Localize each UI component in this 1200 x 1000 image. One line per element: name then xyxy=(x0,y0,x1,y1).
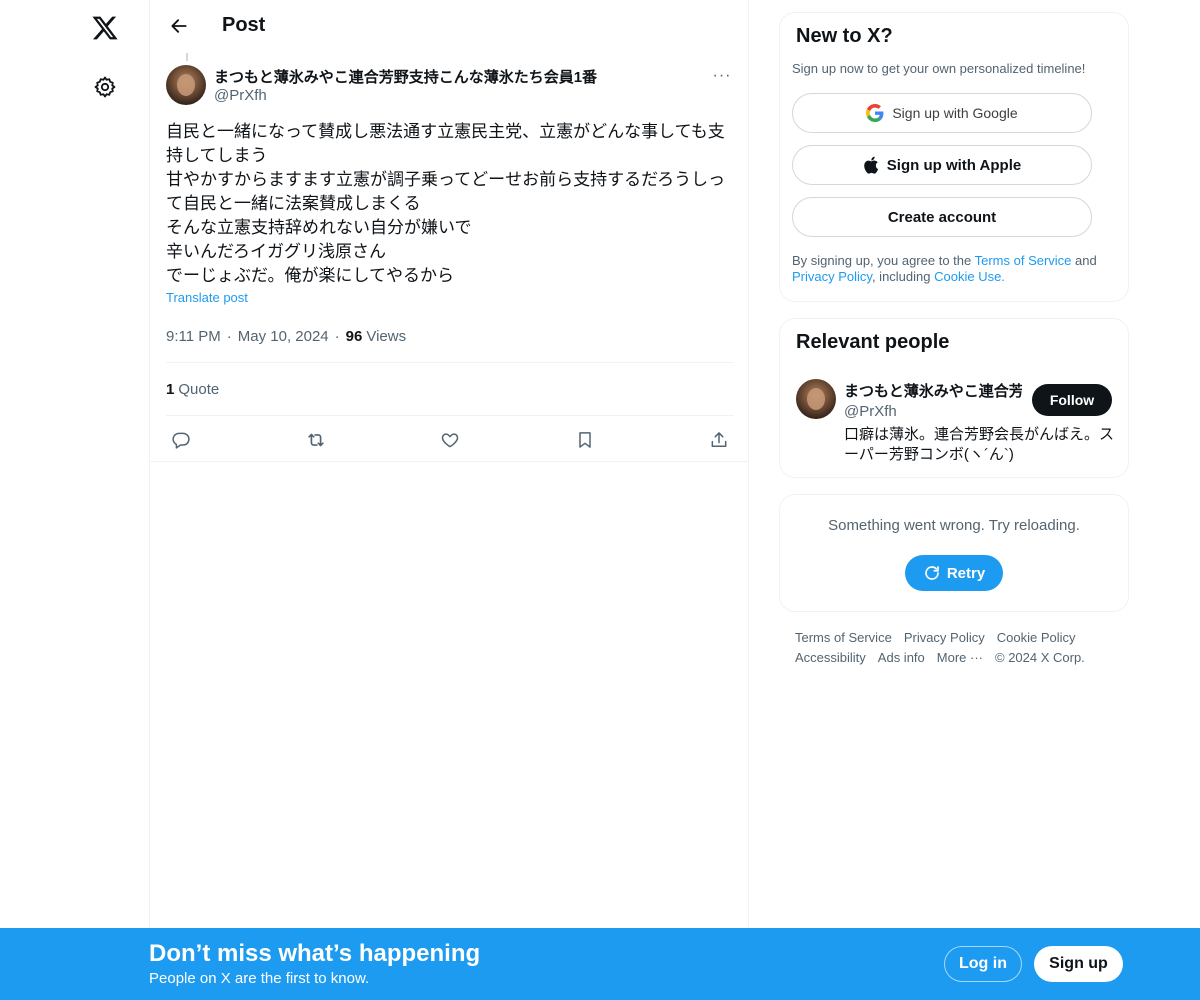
avatar[interactable] xyxy=(166,65,206,105)
refresh-icon xyxy=(923,564,941,582)
privacy-link[interactable]: Privacy Policy xyxy=(792,269,872,284)
post-header: Post xyxy=(150,0,748,53)
copyright: © 2024 X Corp. xyxy=(995,650,1085,665)
legal-including: , including xyxy=(871,269,935,284)
post-actions xyxy=(166,415,734,463)
footer-link[interactable]: Privacy Policy xyxy=(904,630,985,645)
post: まつもと薄氷みやこ連合芳野支持こんな薄氷たち会員1番 @PrXfh ··· 自民… xyxy=(166,64,734,463)
error-card: Something went wrong. Try reloading. Ret… xyxy=(779,494,1129,612)
terms-link[interactable]: Terms of Service xyxy=(975,253,1072,268)
views-label: Views xyxy=(366,327,407,345)
repost-icon[interactable] xyxy=(305,429,327,451)
heart-icon[interactable] xyxy=(439,429,461,451)
signup-apple-label: Sign up with Apple xyxy=(886,156,1022,174)
footer-link[interactable]: Terms of Service xyxy=(795,630,892,645)
thread-connector xyxy=(186,53,188,61)
post-text-line: 甘やかすからますます立憲が調子乗ってどーせお前ら支持するだろうしって自民と一緒に… xyxy=(166,170,726,213)
post-column: Post まつもと薄氷みやこ連合芳野支持こんな薄氷たち会員1番 @PrXfh ·… xyxy=(149,0,749,930)
person-handle[interactable]: @PrXfh xyxy=(844,403,897,420)
google-icon xyxy=(866,104,884,122)
signup-google-label: Sign up with Google xyxy=(892,105,1018,121)
divider xyxy=(150,461,748,462)
footer-link[interactable]: Cookie Policy xyxy=(997,630,1076,645)
post-time[interactable]: 9:11 PM xyxy=(166,328,221,345)
footer-links: Terms of Service Privacy Policy Cookie Pol… xyxy=(795,628,1115,668)
banner-subtitle: People on X are the first to know. xyxy=(149,970,370,987)
meta-separator: · xyxy=(226,327,232,345)
signup-banner: Don’t miss what’s happening People on X … xyxy=(0,928,1200,1000)
x-logo-icon[interactable] xyxy=(84,7,126,49)
post-meta: 9:11 PM · May 10, 2024 · 96 Views xyxy=(166,325,734,347)
retry-button[interactable]: Retry xyxy=(905,555,1003,591)
avatar[interactable] xyxy=(796,379,836,419)
reply-icon[interactable] xyxy=(170,429,192,451)
post-text-line: そんな立憲支持辞めれない自分が嫌いで xyxy=(166,218,472,237)
page-title: Post xyxy=(222,14,266,36)
login-button[interactable]: Log in xyxy=(944,946,1022,982)
gear-icon[interactable] xyxy=(84,66,126,108)
create-account-button[interactable]: Create account xyxy=(792,197,1092,237)
meta-separator: · xyxy=(334,327,340,345)
signup-legal-text: By signing up, you agree to the Terms of… xyxy=(792,253,1118,285)
relevant-people-card: Relevant people まつもと薄氷みやこ連合芳野支持こんな薄氷たち会員… xyxy=(779,318,1129,478)
footer-link[interactable]: More ··· xyxy=(937,650,983,665)
apple-icon xyxy=(863,156,879,174)
legal-and: and xyxy=(1071,253,1097,268)
left-nav xyxy=(0,0,150,1000)
card-subtitle: Sign up now to get your own personalized… xyxy=(792,61,1086,76)
post-text-line: 自民と一緒になって賛成し悪法通す立憲民主党、立憲がどんな事しても支持してしまう xyxy=(166,122,725,165)
legal-prefix: By signing up, you agree to the xyxy=(792,253,975,268)
bookmark-icon[interactable] xyxy=(574,429,596,451)
views-count: 96 xyxy=(345,327,363,345)
card-title: Relevant people xyxy=(796,331,950,353)
footer-link[interactable]: Accessibility xyxy=(795,650,866,665)
error-message: Something went wrong. Try reloading. xyxy=(828,517,1080,534)
share-icon[interactable] xyxy=(708,429,730,451)
footer-link[interactable]: Ads info xyxy=(878,650,925,665)
author-handle[interactable]: @PrXfh xyxy=(214,87,267,104)
translate-post-link[interactable]: Translate post xyxy=(166,290,734,306)
post-date[interactable]: May 10, 2024 xyxy=(238,328,329,345)
post-text-line: 辛いんだろイガグリ浅原さん xyxy=(166,242,386,261)
quote-count: 1 xyxy=(166,380,175,398)
post-text: 自民と一緒になって賛成し悪法通す立憲民主党、立憲がどんな事しても支持してしまう … xyxy=(166,120,734,288)
quote-label: Quote xyxy=(178,380,220,398)
post-text-line: でーじょぶだ。俺が楽にしてやるから xyxy=(166,266,454,285)
follow-button[interactable]: Follow xyxy=(1032,384,1112,416)
banner-title: Don’t miss what’s happening xyxy=(149,940,481,967)
signup-button[interactable]: Sign up xyxy=(1034,946,1123,982)
signup-google-button[interactable]: Sign up with Google xyxy=(792,93,1092,133)
arrow-left-icon[interactable] xyxy=(162,9,196,43)
person-name[interactable]: まつもと薄氷みやこ連合芳野支持こんな薄氷たち会員1番 xyxy=(844,380,1022,401)
author-row: まつもと薄氷みやこ連合芳野支持こんな薄氷たち会員1番 @PrXfh ··· xyxy=(166,64,734,108)
author-name[interactable]: まつもと薄氷みやこ連合芳野支持こんな薄氷たち会員1番 xyxy=(214,66,597,87)
quotes-link[interactable]: 1 Quote xyxy=(166,363,734,415)
cookie-use-link[interactable]: Cookie Use. xyxy=(934,269,1005,284)
signup-apple-button[interactable]: Sign up with Apple xyxy=(792,145,1092,185)
retry-label: Retry xyxy=(946,564,986,582)
new-to-x-card: New to X? Sign up now to get your own pe… xyxy=(779,12,1129,302)
person-bio: 口癖は薄氷。連合芳野会長がんばえ。スーパー芳野コンボ(ヽ´ん`) xyxy=(844,426,1115,463)
card-title: New to X? xyxy=(796,25,893,47)
more-options-icon[interactable]: ··· xyxy=(710,64,734,88)
